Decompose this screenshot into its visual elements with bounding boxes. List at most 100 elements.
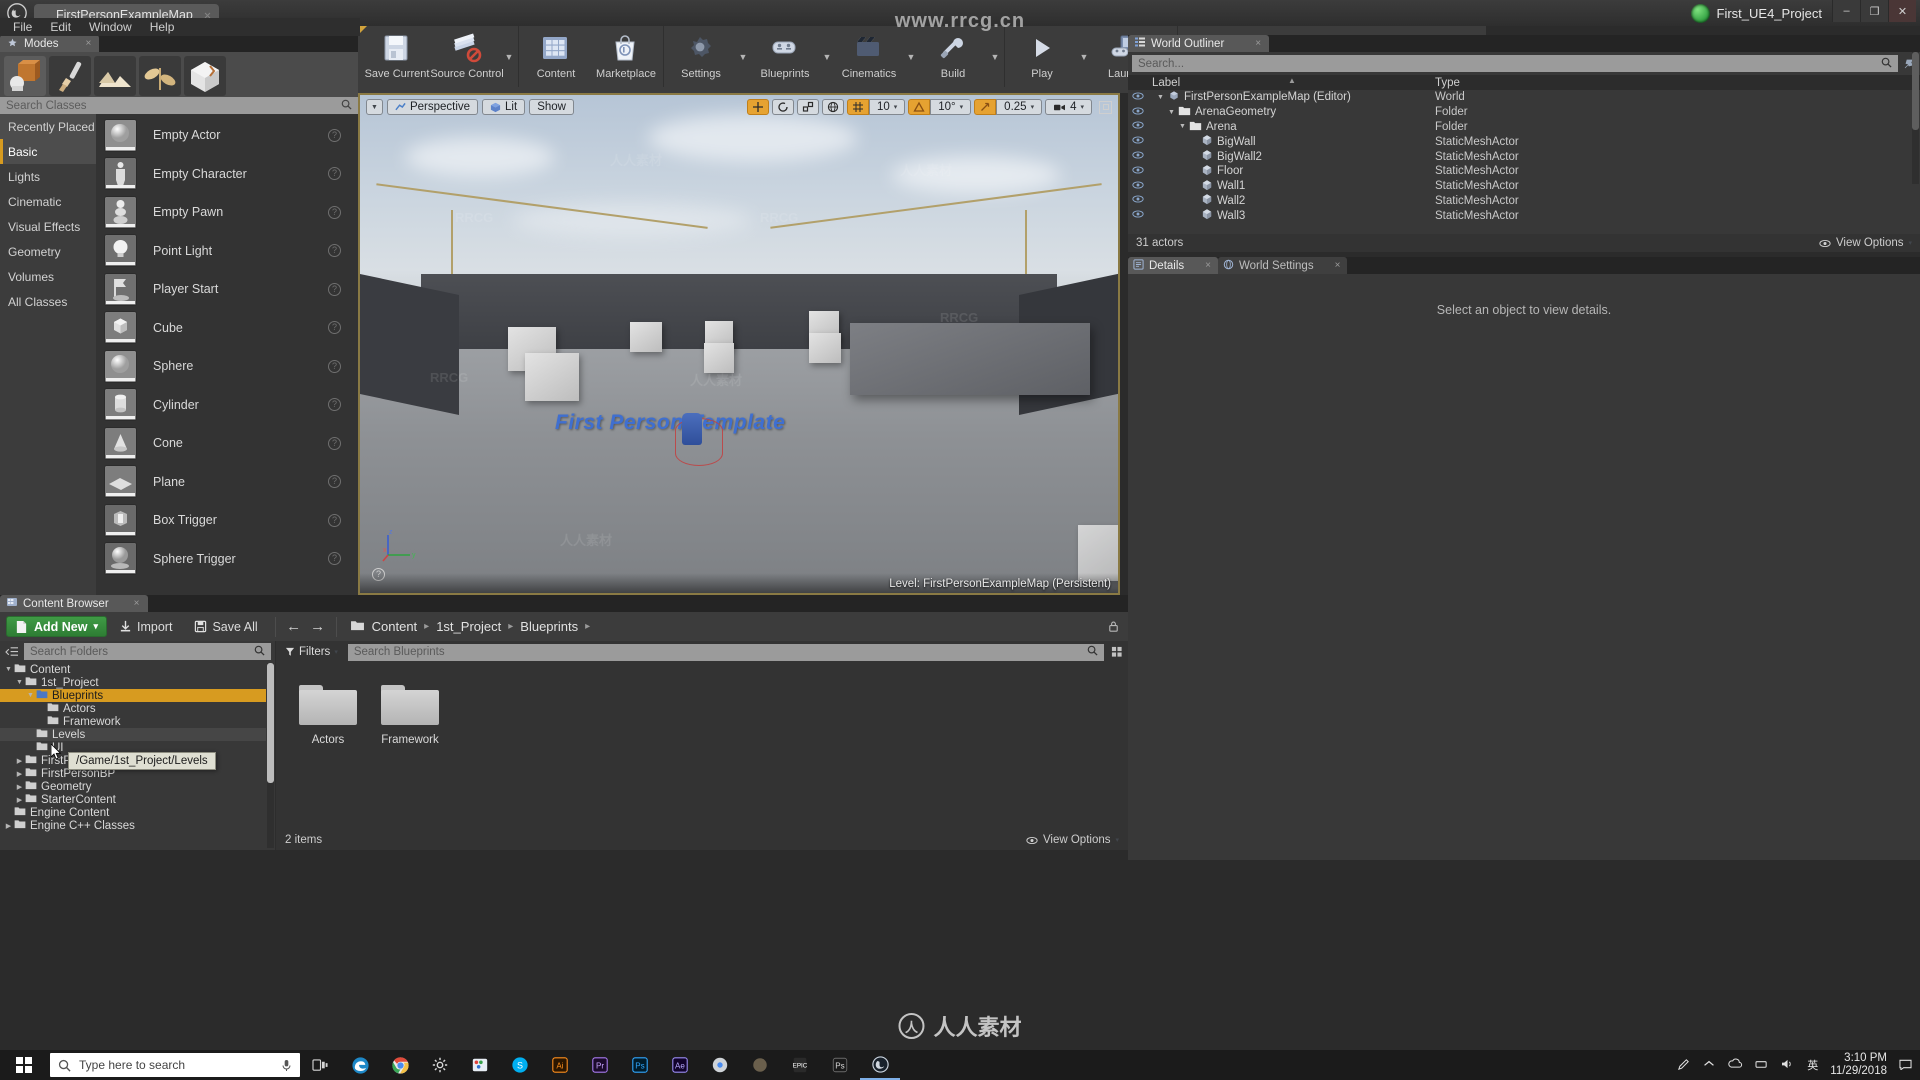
breadcrumb-blueprints[interactable]: Blueprints [520,619,578,634]
maximize-button[interactable]: ❐ [1860,0,1888,22]
toolbar-blueprints-dropdown[interactable]: ▼ [820,26,834,87]
outliner-search-input[interactable]: Search... [1132,55,1898,72]
action-center-icon[interactable] [1899,1058,1912,1073]
outliner-row[interactable]: Wall1 StaticMeshActor [1128,179,1920,194]
folder-tree-item-geometry[interactable]: ▶ Geometry [0,780,266,793]
outliner-scrollbar[interactable] [1912,52,1919,184]
show-flags-button[interactable]: Show [529,99,574,115]
outliner-row[interactable]: ▼ FirstPersonExampleMap (Editor) World [1128,90,1920,105]
rotation-snap-toggle[interactable] [908,99,931,115]
outliner-view-options-button[interactable]: View Options ▾ [1819,237,1912,249]
folder-tree-item-engine-content[interactable]: Engine Content [0,806,266,819]
toolbar-source-control-button[interactable]: Source Control [430,26,504,87]
menu-help[interactable]: Help [141,19,184,35]
expander-icon[interactable]: ▶ [4,822,13,830]
search-assets-input[interactable]: Search Blueprints [347,643,1104,661]
camera-mode-button[interactable]: Perspective [386,99,479,115]
visibility-toggle-icon[interactable] [1128,210,1148,221]
category-visual-effects[interactable]: Visual Effects [0,214,96,239]
category-all-classes[interactable]: All Classes [0,289,96,314]
folder-tree-item-1st_project[interactable]: ▼ 1st_Project [0,676,266,689]
coordinate-space-button[interactable] [821,99,844,115]
visibility-toggle-icon[interactable] [1128,195,1148,206]
grid-snap-value[interactable]: 10 ▾ [868,99,906,115]
actor-item-empty-actor[interactable]: Empty Actor? [96,116,358,155]
expander-icon[interactable]: ▶ [15,757,24,765]
close-icon[interactable]: × [1255,38,1261,49]
expander-icon[interactable]: ▼ [15,679,24,686]
toolbar-play-button[interactable]: Play [1007,26,1077,87]
taskbar-app-chrome-alt[interactable] [700,1050,740,1080]
help-icon[interactable]: ? [328,398,341,412]
content-view-options-button[interactable]: View Options ▾ [1026,834,1119,846]
help-icon[interactable]: ? [328,167,341,181]
viewport-options-button[interactable]: ▼ [366,99,383,115]
outliner-row[interactable]: Wall3 StaticMeshActor [1128,208,1920,222]
category-lights[interactable]: Lights [0,164,96,189]
taskbar-app-unreal-editor-alt[interactable]: Ps [820,1050,860,1080]
visibility-toggle-icon[interactable] [1128,92,1148,103]
expander-icon[interactable]: ▼ [26,692,35,699]
toolbar-settings-dropdown[interactable]: ▼ [736,26,750,87]
collapse-tree-icon[interactable] [4,644,19,659]
visibility-toggle-icon[interactable] [1128,121,1148,132]
category-recently-placed[interactable]: Recently Placed [0,114,96,139]
close-icon[interactable]: × [1335,260,1341,271]
toolbar-blueprints-button[interactable]: Blueprints [750,26,820,87]
outliner-row[interactable]: ▼ Arena Folder [1128,120,1920,135]
taskbar-app-unknown[interactable] [740,1050,780,1080]
search-folders-input[interactable]: Search Folders [24,643,271,660]
minimize-button[interactable]: – [1832,0,1860,22]
actor-item-point-light[interactable]: Point Light? [96,232,358,271]
tab-world-outliner[interactable]: World Outliner × [1128,35,1270,52]
maximize-viewport-button[interactable] [1099,100,1112,114]
help-icon[interactable]: ? [328,513,341,527]
add-new-button[interactable]: Add New ▾ [6,616,108,637]
place-mode-button[interactable] [4,55,46,96]
actor-item-cube[interactable]: Cube? [96,309,358,348]
help-icon[interactable]: ? [328,282,341,296]
tab-modes[interactable]: Modes × [0,35,100,52]
outliner-row[interactable]: BigWall2 StaticMeshActor [1128,149,1920,164]
search-classes-input[interactable]: Search Classes [0,97,358,114]
folder-tree-item-startercontent[interactable]: ▶ StarterContent [0,793,266,806]
visibility-toggle-icon[interactable] [1128,181,1148,192]
geometry-edit-mode-button[interactable] [184,55,226,96]
taskbar-app-epic-games[interactable]: EPIC [780,1050,820,1080]
toolbar-save-current-button[interactable]: Save Current [362,26,432,87]
expander-icon[interactable]: ▶ [15,770,24,778]
help-icon[interactable]: ? [328,321,341,335]
scale-snap-value[interactable]: 0.25 ▾ [996,99,1043,115]
tab-world-settings[interactable]: World Settings × [1218,257,1348,274]
taskbar-clock[interactable]: 3:10 PM 11/29/2018 [1830,1052,1887,1078]
expander-icon[interactable]: ▼ [4,666,13,673]
help-icon[interactable]: ? [328,244,341,258]
tab-content-browser[interactable]: Content Browser × [0,595,148,612]
outliner-row[interactable]: Floor StaticMeshActor [1128,164,1920,179]
import-button[interactable]: Import [109,616,182,637]
onedrive-icon[interactable] [1727,1058,1743,1072]
volume-icon[interactable] [1781,1058,1795,1073]
close-icon[interactable]: × [86,38,92,49]
toolbar-source-control-dropdown[interactable]: ▼ [502,26,516,87]
forward-button[interactable]: → [307,616,329,637]
folder-tree-item-actors[interactable]: Actors [0,702,266,715]
menu-edit[interactable]: Edit [41,19,80,35]
actor-item-empty-character[interactable]: Empty Character? [96,155,358,194]
category-geometry[interactable]: Geometry [0,239,96,264]
start-button[interactable] [0,1050,48,1080]
actor-item-sphere[interactable]: Sphere? [96,347,358,386]
actor-item-box-trigger[interactable]: Box Trigger? [96,501,358,540]
actor-item-plane[interactable]: Plane? [96,463,358,502]
taskbar-app-after-effects[interactable]: Ae [660,1050,700,1080]
close-icon[interactable]: × [134,598,140,609]
expander-icon[interactable]: ▼ [1168,109,1177,116]
toolbar-content-button[interactable]: Content [521,26,591,87]
toolbar-marketplace-button[interactable]: Marketplace [591,26,661,87]
folder-tree-item-framework[interactable]: Framework [0,715,266,728]
tab-details[interactable]: Details × [1128,257,1218,274]
landscape-mode-button[interactable] [94,55,136,96]
help-icon[interactable]: ? [328,128,341,142]
taskbar-app-settings[interactable] [420,1050,460,1080]
scale-snap-toggle[interactable] [974,99,997,115]
